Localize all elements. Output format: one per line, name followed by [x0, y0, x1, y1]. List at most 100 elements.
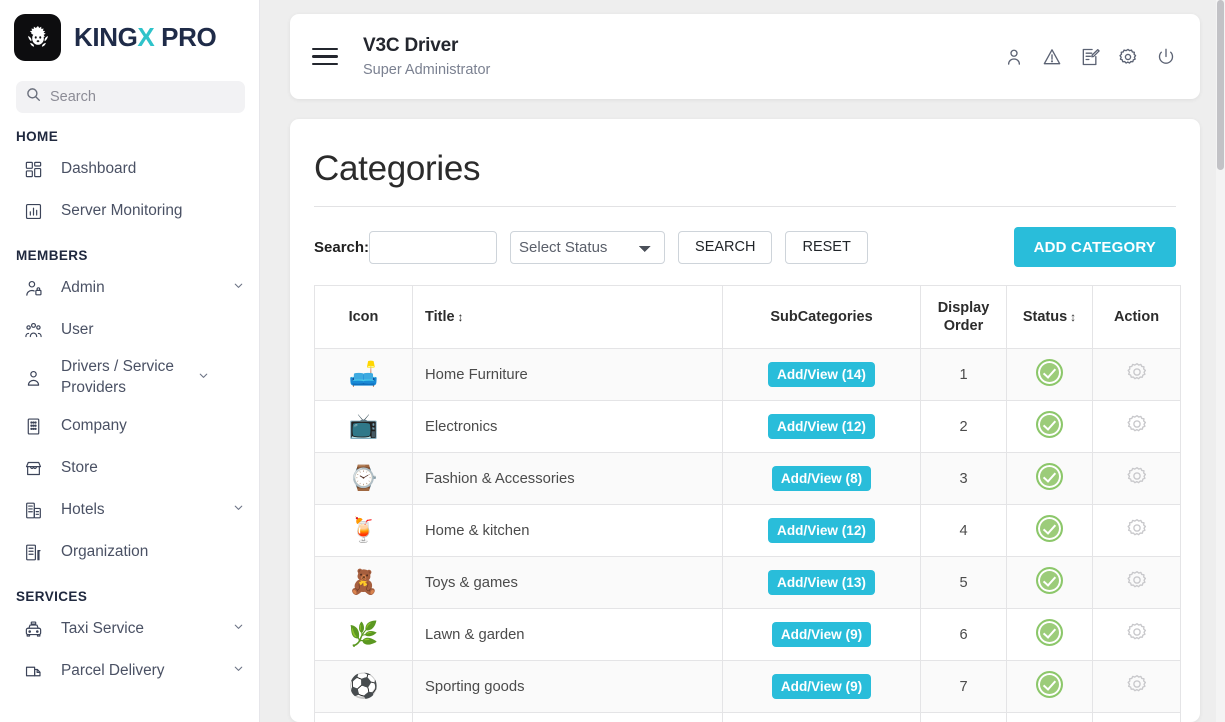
category-title-cell: Sporting goods: [412, 660, 723, 714]
table-row: 🛋️ Home Furniture Add/View (14) 1: [314, 348, 1181, 402]
add-view-subcategories-button[interactable]: Add/View (9): [771, 622, 872, 648]
table-header-label: Icon: [348, 309, 379, 326]
sidebar-item-hotels[interactable]: Hotels: [0, 489, 259, 531]
category-title-cell: Home Furniture: [412, 348, 723, 402]
add-view-subcategories-button[interactable]: Add/View (8): [771, 466, 872, 492]
category-icon-cell: 🌿: [314, 608, 413, 662]
gear-icon[interactable]: [1126, 363, 1148, 387]
table-header-label: Status: [1022, 309, 1068, 326]
category-icon-cell: 🛋️: [314, 348, 413, 402]
category-title-cell: Electronics: [412, 400, 723, 454]
category-icon-cell: ⌚: [314, 452, 413, 506]
driver-person-icon: [22, 367, 44, 389]
sidebar-nav: HOME Dashboard Server Monitoring MEMBERS Adm…: [0, 113, 259, 692]
topbar: V3C Driver Super Administrator: [290, 14, 1200, 99]
sidebar-item-organization[interactable]: Organization: [0, 531, 259, 573]
status-cell: [1006, 660, 1093, 714]
reset-button[interactable]: RESET: [785, 230, 868, 264]
table-row: 🌿 Lawn & garden Add/View (9) 6: [314, 608, 1181, 662]
status-active-icon[interactable]: [1036, 618, 1063, 646]
chevron-down-icon[interactable]: [232, 501, 245, 519]
add-view-subcategories-button[interactable]: Add/View (9): [771, 674, 872, 700]
gear-icon[interactable]: [1126, 519, 1148, 543]
gear-icon[interactable]: [1126, 467, 1148, 491]
display-order-value: 6: [959, 626, 968, 643]
gear-icon[interactable]: [1126, 415, 1148, 439]
sidebar-section-members: MEMBERS: [16, 248, 88, 263]
main-area: V3C Driver Super Administrator Categorie…: [260, 0, 1225, 722]
table-header-title[interactable]: Title ↕: [412, 284, 723, 350]
hotel-building-icon: [22, 499, 44, 521]
brand-logo[interactable]: KINGX PRO: [0, 0, 259, 69]
status-active-icon[interactable]: [1036, 514, 1063, 542]
action-cell: [1092, 504, 1181, 558]
add-view-subcategories-button[interactable]: Add/View (14): [768, 362, 875, 388]
add-view-subcategories-button[interactable]: Add/View (12): [768, 518, 875, 544]
gear-icon[interactable]: [1126, 571, 1148, 595]
sidebar-item-company[interactable]: Company: [0, 405, 259, 447]
profile-icon[interactable]: [1004, 47, 1024, 67]
sidebar-item-parcel-delivery[interactable]: Parcel Delivery: [0, 650, 259, 692]
table-header-label: Display Order: [937, 300, 990, 335]
add-category-button[interactable]: ADD CATEGORY: [1013, 227, 1176, 267]
gear-icon[interactable]: [1126, 623, 1148, 647]
table-header-label: Action: [1113, 309, 1160, 326]
sidebar-item-admin[interactable]: Admin: [0, 267, 259, 309]
sidebar-item-store[interactable]: Store: [0, 447, 259, 489]
category-title-cell: Business equipment: [412, 712, 723, 722]
display-order-value: 4: [959, 522, 968, 539]
chevron-down-icon[interactable]: [232, 620, 245, 638]
sidebar-item-drivers-service-providers[interactable]: Drivers / Service Providers: [0, 351, 259, 405]
table-header-subcategories: SubCategories: [722, 284, 921, 350]
chevron-down-icon[interactable]: [232, 662, 245, 680]
subcategories-cell: Add/View (14): [722, 348, 921, 402]
sidebar-item-label: User: [61, 320, 94, 338]
scrollbar-thumb[interactable]: [1217, 0, 1224, 170]
action-cell: [1092, 400, 1181, 454]
topbar-titles: V3C Driver Super Administrator: [363, 35, 1004, 79]
table-row: 🍹 Home & kitchen Add/View (12) 4: [314, 504, 1181, 558]
subcategories-cell: Add/View (9): [722, 712, 921, 722]
category-icon-cell: ⚽: [314, 660, 413, 714]
display-order-value: 3: [959, 470, 968, 487]
chevron-down-icon[interactable]: [232, 279, 245, 297]
sidebar-item-label: Hotels: [61, 500, 105, 518]
edit-document-icon[interactable]: [1080, 47, 1100, 67]
hamburger-menu-icon[interactable]: [312, 43, 338, 70]
display-order-cell: 7: [920, 660, 1007, 714]
sort-arrows-icon[interactable]: ↕: [1070, 310, 1076, 324]
chevron-down-icon[interactable]: [197, 369, 210, 387]
add-view-subcategories-button[interactable]: Add/View (12): [768, 414, 875, 440]
status-select[interactable]: Select Status: [510, 230, 666, 264]
sidebar-item-server-monitoring[interactable]: Server Monitoring: [0, 190, 259, 232]
grid-dashboard-icon: [22, 158, 44, 180]
add-view-subcategories-button[interactable]: Add/View (13): [768, 570, 875, 596]
category-icon-cell: 🖨️: [314, 712, 413, 722]
search-button[interactable]: SEARCH: [678, 230, 773, 264]
status-active-icon[interactable]: [1036, 410, 1063, 438]
page-scrollbar[interactable]: [1216, 0, 1225, 722]
status-active-icon[interactable]: [1036, 670, 1063, 698]
alert-warning-icon[interactable]: [1042, 47, 1062, 67]
power-logout-icon[interactable]: [1156, 47, 1176, 67]
status-active-icon[interactable]: [1036, 566, 1063, 594]
table-body: 🛋️ Home Furniture Add/View (14) 1 📺 Electroni…: [314, 348, 1181, 722]
search-input[interactable]: [369, 230, 498, 264]
status-active-icon[interactable]: [1036, 358, 1063, 386]
status-active-icon[interactable]: [1036, 462, 1063, 490]
gear-icon[interactable]: [1126, 675, 1148, 699]
sidebar-item-dashboard[interactable]: Dashboard: [0, 148, 259, 190]
settings-gear-icon[interactable]: [1118, 47, 1138, 67]
sidebar-item-label: Drivers / Service Providers: [61, 358, 174, 396]
sidebar-item-label: Dashboard: [61, 159, 137, 177]
topbar-title: V3C Driver: [363, 34, 459, 56]
sidebar-item-taxi-service[interactable]: Taxi Service: [0, 608, 259, 650]
sidebar-search-box[interactable]: Search: [16, 81, 245, 113]
topbar-subtitle: Super Administrator: [363, 62, 491, 79]
table-header-status[interactable]: Status ↕: [1006, 284, 1093, 350]
sidebar-item-user[interactable]: User: [0, 309, 259, 351]
display-order-value: 2: [959, 418, 968, 435]
action-cell: [1092, 608, 1181, 662]
fashion-accessories-icon: ⌚: [348, 464, 379, 492]
sort-arrows-icon[interactable]: ↕: [458, 310, 464, 324]
